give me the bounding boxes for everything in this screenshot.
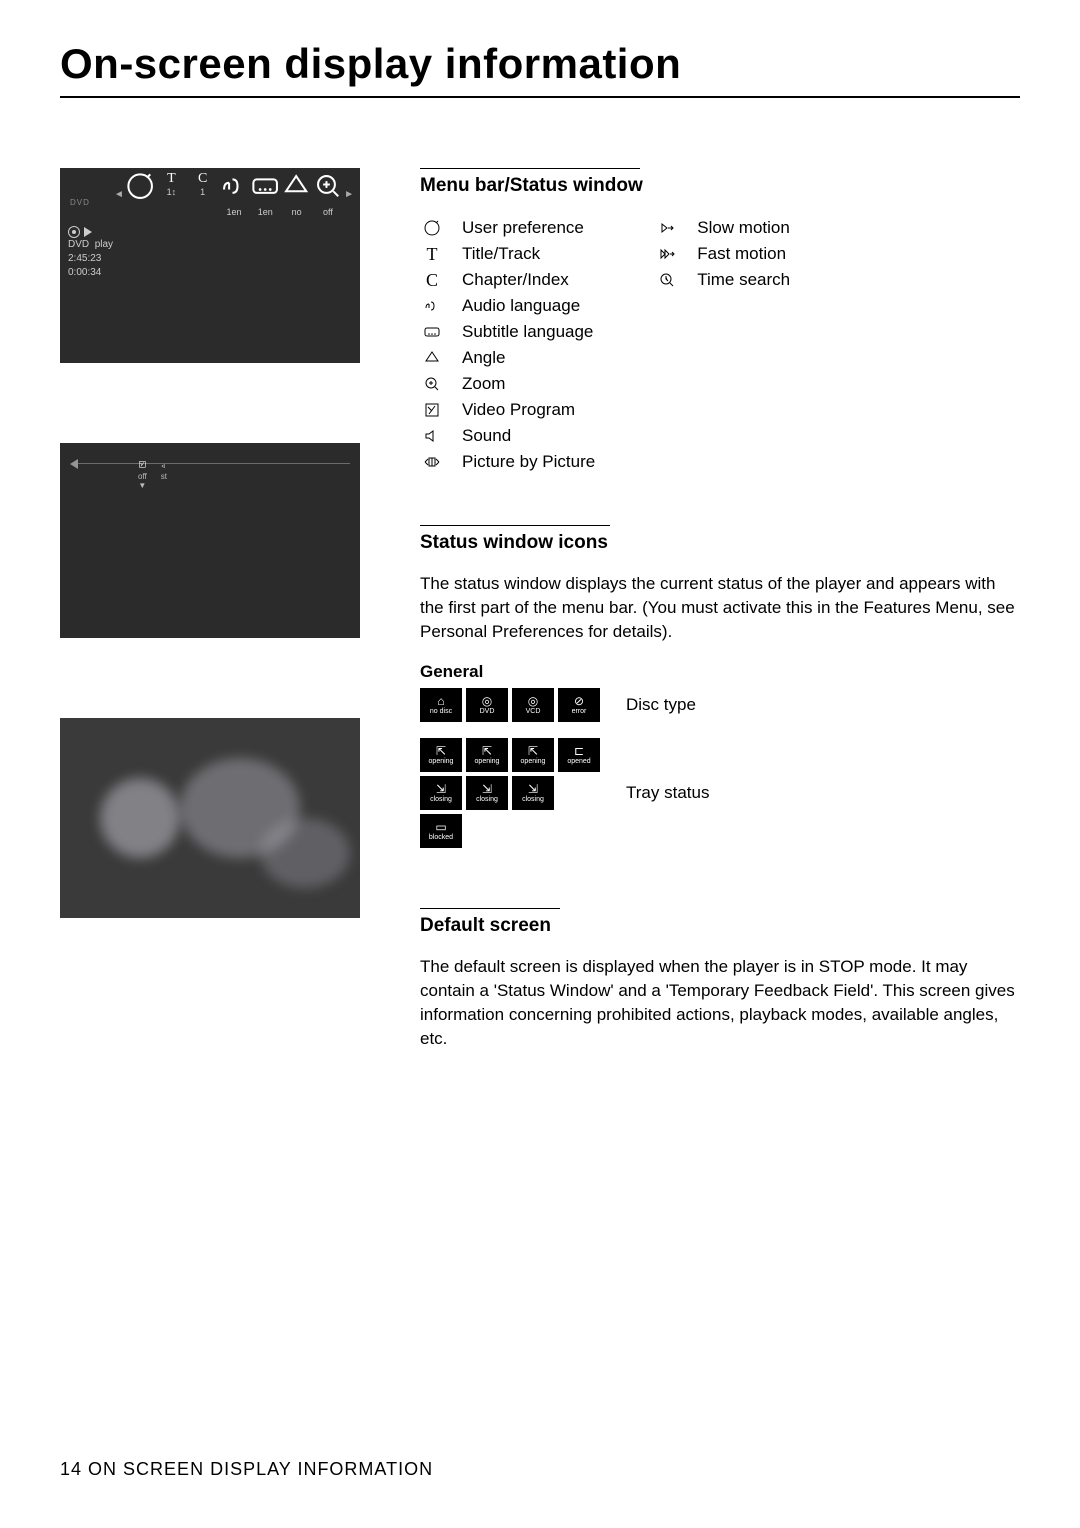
legend-label: Slow motion [697, 215, 790, 241]
chapter-icon: C [420, 267, 444, 293]
section-divider [420, 168, 640, 169]
tray-opening-icon: ⇱opening [512, 738, 554, 772]
tray-opening-icon: ⇱opening [420, 738, 462, 772]
pbp-icon [420, 453, 444, 471]
legend-label: Subtitle language [462, 319, 593, 345]
disc-dvd-icon: ◎DVD [466, 688, 508, 722]
section-divider [420, 525, 610, 526]
arrow-left-icon [70, 459, 78, 469]
legend-label: Zoom [462, 371, 505, 397]
legend-label: Time search [697, 267, 790, 293]
disc-vcd-icon: ◎VCD [512, 688, 554, 722]
left-column: DVD ◄ T1↕ C1 1en 1en [60, 168, 380, 1051]
menubar-section-heading: Menu bar/Status window [420, 175, 1020, 197]
default-screen-thumbnail [60, 718, 360, 918]
legend-column-2: Slow motion Fast motion Time search [655, 215, 790, 475]
osd-dvd-label: DVD [70, 198, 90, 207]
osd-panel-menubar: DVD ◄ T1↕ C1 1en 1en [60, 168, 360, 363]
osd-panel-menubar2: off▼ st [60, 443, 360, 638]
disc-type-row: ⌂no disc ◎DVD ◎VCD ⊘error Disc type [420, 688, 1020, 722]
footer-label: ON SCREEN DISPLAY INFORMATION [88, 1459, 433, 1479]
timesearch-icon [655, 271, 679, 289]
videoprog-icon [420, 401, 444, 419]
status-icons-heading: Status window icons [420, 532, 1020, 554]
legend-label: User preference [462, 215, 584, 241]
legend-label: Title/Track [462, 241, 540, 267]
legend-column-1: User preference T Title/Track C Chapter/In… [420, 215, 595, 475]
osd-menubar: ◄ T1↕ C1 1en 1en no [114, 178, 354, 210]
videoprog-icon [138, 457, 147, 472]
disc-type-label: Disc type [626, 695, 696, 715]
tray-closing-icon: ⇲closing [420, 776, 462, 810]
title-divider [60, 96, 1020, 98]
general-subheading: General [420, 662, 1020, 682]
sound-icon [161, 457, 167, 472]
subtitle-icon [250, 171, 280, 206]
disc-icon [68, 226, 80, 238]
tray-status-block: ⇱opening ⇱opening ⇱opening ⊏opened ⇲clos… [420, 738, 1020, 848]
tray-opened-icon: ⊏opened [558, 738, 600, 772]
legend-label: Audio language [462, 293, 580, 319]
angle-icon [420, 349, 444, 367]
legend-label: Sound [462, 423, 511, 449]
legend-label: Picture by Picture [462, 449, 595, 475]
audio-icon [219, 171, 249, 206]
audio-icon [420, 297, 444, 315]
legend-label: Fast motion [697, 241, 786, 267]
slow-icon [655, 219, 679, 237]
title-icon: T [420, 241, 444, 267]
zoom-icon [420, 375, 444, 393]
legend-label: Chapter/Index [462, 267, 569, 293]
angle-icon [281, 171, 311, 206]
chapter-icon: C [188, 171, 218, 187]
osd-status-window: DVD play 2:45:23 0:00:34 [68, 226, 113, 280]
tray-blocked-icon: ▭blocked [420, 814, 462, 848]
tray-opening-icon: ⇱opening [466, 738, 508, 772]
default-screen-heading: Default screen [420, 915, 1020, 937]
zoom-icon [313, 171, 343, 206]
tray-closing-icon: ⇲closing [512, 776, 554, 810]
pref-icon [420, 219, 444, 237]
play-icon [84, 227, 92, 237]
arrow-right-icon: ► [344, 189, 354, 200]
section-divider [420, 908, 560, 909]
disc-nodisc-icon: ⌂no disc [420, 688, 462, 722]
page-number: 14 [60, 1459, 82, 1479]
subtitle-icon [420, 323, 444, 341]
page-title: On-screen display information [60, 40, 1020, 88]
tray-closing-icon: ⇲closing [466, 776, 508, 810]
legend-label: Angle [462, 345, 505, 371]
sound-icon [420, 427, 444, 445]
page-footer: 14 ON SCREEN DISPLAY INFORMATION [60, 1459, 433, 1480]
default-screen-paragraph: The default screen is displayed when the… [420, 955, 1020, 1051]
tray-status-label: Tray status [626, 783, 709, 803]
pref-icon [125, 171, 155, 206]
status-icons-paragraph: The status window displays the current s… [420, 572, 1020, 644]
title-icon: T [156, 171, 186, 187]
osd-menubar2: off▼ st [70, 455, 350, 485]
arrow-left-icon: ◄ [114, 189, 124, 200]
disc-error-icon: ⊘error [558, 688, 600, 722]
fast-icon [655, 245, 679, 263]
legend-label: Video Program [462, 397, 575, 423]
right-column: Menu bar/Status window User preference T… [420, 168, 1020, 1051]
